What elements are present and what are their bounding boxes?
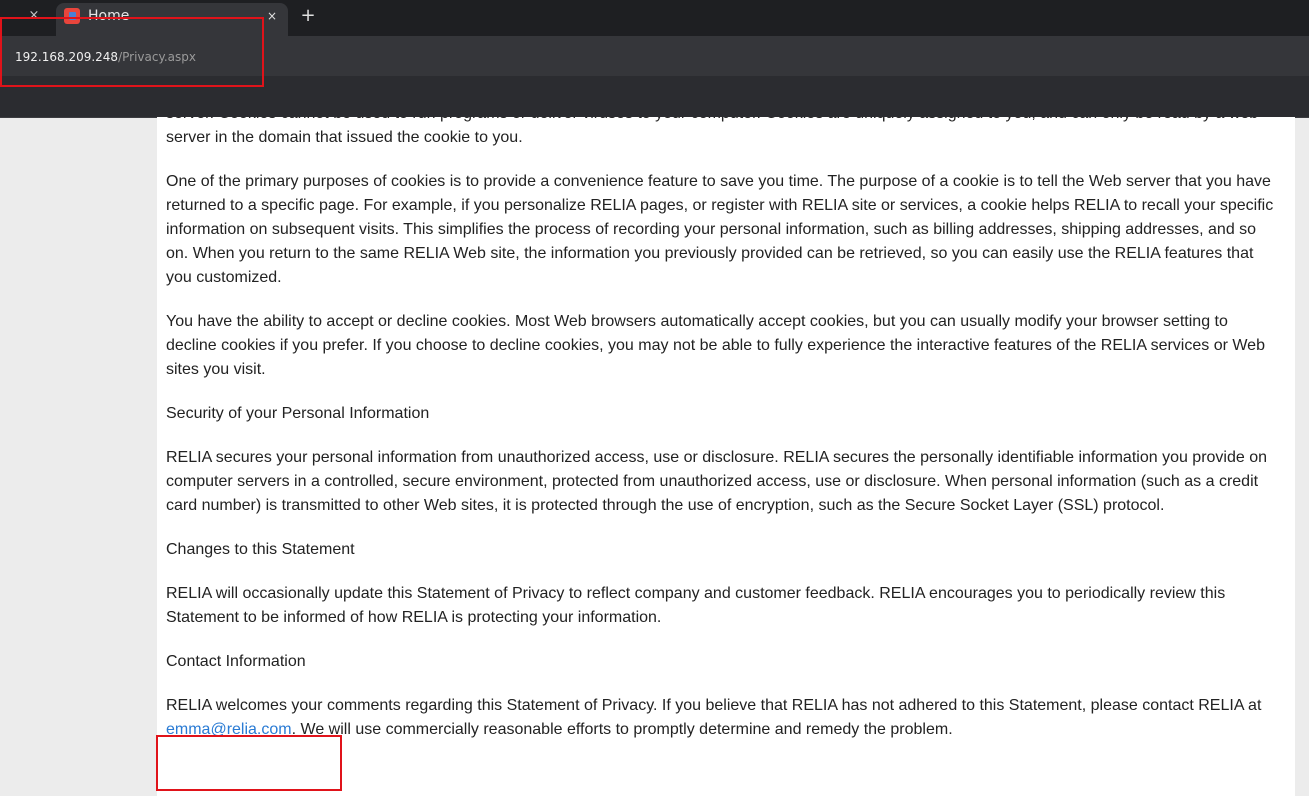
contact-text-after: . We will use commercially reasonable ef… [291, 721, 953, 738]
site-favicon-icon [64, 8, 80, 24]
address-bar[interactable]: 192.168.209.248/Privacy.aspx [15, 49, 196, 65]
contact-paragraph: RELIA welcomes your comments regarding t… [166, 694, 1282, 742]
contact-text-before: RELIA welcomes your comments regarding t… [166, 697, 1262, 714]
cookies-choice-paragraph: You have the ability to accept or declin… [166, 313, 1265, 378]
tab-title: Home [88, 8, 130, 24]
security-paragraph: RELIA secures your personal information … [166, 449, 1268, 514]
bookmarks-bar [0, 76, 1309, 118]
browser-toolbar: 192.168.209.248/Privacy.aspx [0, 36, 1309, 76]
tab-close-icon[interactable]: × [264, 7, 280, 25]
contact-email-link[interactable]: emma@relia.com [166, 721, 292, 738]
tab-strip: × Home × + [0, 0, 1309, 36]
changes-paragraph: RELIA will occasionally update this Stat… [166, 585, 1226, 626]
new-tab-button[interactable]: + [298, 5, 318, 27]
contact-heading: Contact Information [166, 653, 306, 670]
url-path: /Privacy.aspx [118, 50, 196, 64]
page-content: server. Cookies cannot be used to run pr… [157, 117, 1295, 796]
url-host: 192.168.209.248 [15, 50, 119, 64]
tab-home[interactable]: Home × [56, 3, 288, 36]
close-icon[interactable]: × [26, 6, 42, 26]
changes-heading: Changes to this Statement [166, 541, 355, 558]
cookies-continued-paragraph: server. Cookies cannot be used to run pr… [166, 117, 1258, 146]
cookies-purpose-paragraph: One of the primary purposes of cookies i… [166, 173, 1274, 286]
security-heading: Security of your Personal Information [166, 405, 430, 422]
privacy-statement: server. Cookies cannot be used to run pr… [166, 117, 1282, 762]
